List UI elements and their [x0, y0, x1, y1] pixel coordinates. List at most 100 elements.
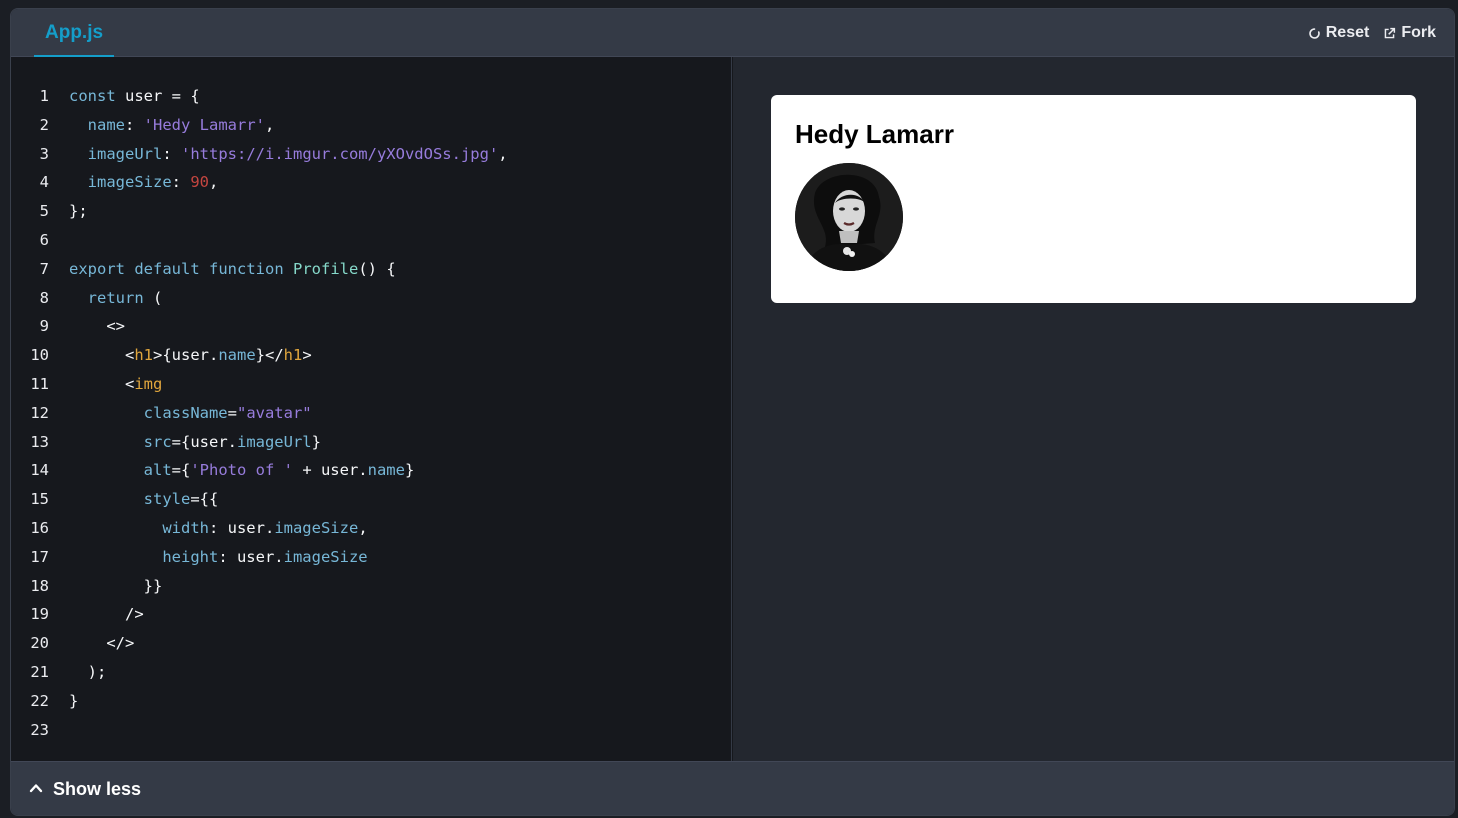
line-number: 1 — [39, 87, 49, 105]
code-line[interactable]: 12 className="avatar" — [11, 399, 731, 428]
code-line[interactable]: 10 <h1>{user.name}</h1> — [11, 341, 731, 370]
code-token: "avatar" — [236, 403, 312, 422]
show-less-label: Show less — [53, 779, 142, 799]
code-line[interactable]: 4 imageSize: 90, — [11, 168, 731, 197]
code-text: <> — [49, 312, 125, 341]
code-line[interactable]: 2 name: 'Hedy Lamarr', — [11, 111, 731, 140]
code-text: style={{ — [49, 485, 219, 514]
code-token: , — [209, 173, 219, 192]
code-token: 'https://i.imgur.com/yXOvdOSs.jpg' — [181, 144, 499, 163]
code-token: width — [69, 518, 209, 537]
code-line[interactable]: 21 ); — [11, 658, 731, 687]
reset-label: Reset — [1325, 24, 1370, 41]
code-text: } — [49, 687, 78, 716]
code-token: function — [209, 259, 284, 278]
code-line[interactable]: 16 width: user.imageSize, — [11, 514, 731, 543]
code-token: default — [134, 259, 200, 278]
fork-button[interactable]: Fork — [1383, 24, 1436, 42]
code-line[interactable]: 8 return ( — [11, 284, 731, 313]
code-token: = — [227, 403, 237, 422]
sandbox-toolbar: App.js Reset Fork — [11, 9, 1454, 57]
code-token: ={user. — [171, 432, 237, 451]
code-line[interactable]: 15 style={{ — [11, 485, 731, 514]
code-token: , — [265, 115, 275, 134]
code-token: Profile — [293, 259, 359, 278]
code-editor[interactable]: 1 const user = {2 name: 'Hedy Lamarr', 3 i… — [11, 57, 732, 761]
line-number: 23 — [30, 720, 49, 739]
code-line[interactable]: 7 export default function Profile() { — [11, 255, 731, 284]
code-token: 'Hedy Lamarr' — [143, 115, 265, 134]
code-line[interactable]: 23 — [11, 716, 731, 745]
external-link-icon — [1383, 27, 1396, 40]
line-number: 14 — [30, 461, 49, 480]
code-line[interactable]: 11 <img — [11, 370, 731, 399]
code-text: /> — [49, 600, 144, 629]
code-line[interactable]: 6 — [11, 226, 731, 255]
code-token: ={{ — [190, 490, 219, 509]
code-token: : user. — [218, 547, 284, 566]
code-token: } — [311, 432, 321, 451]
line-number: 3 — [39, 144, 49, 163]
code-token: , — [358, 518, 368, 537]
reset-button[interactable]: Reset — [1308, 24, 1370, 42]
code-token: }</ — [255, 346, 284, 365]
code-token: : user. — [208, 518, 275, 537]
code-token: </> — [69, 634, 135, 653]
code-text: const user = { — [49, 82, 200, 111]
code-text: }; — [49, 197, 88, 226]
code-lines[interactable]: 1 const user = {2 name: 'Hedy Lamarr', 3 i… — [11, 82, 731, 744]
code-token: } — [404, 461, 415, 480]
code-token: imageUrl — [69, 144, 163, 163]
code-token: >{user. — [153, 346, 219, 365]
code-token: const — [69, 87, 116, 105]
code-token: name — [69, 115, 125, 134]
code-line[interactable]: 5}; — [11, 197, 731, 226]
fork-label: Fork — [1401, 24, 1436, 41]
code-token: : — [125, 115, 144, 134]
code-token: }; — [69, 202, 88, 221]
line-number: 19 — [30, 605, 49, 624]
code-text: imageUrl: 'https://i.imgur.com/yXOvdOSs.… — [49, 140, 508, 169]
profile-heading: Hedy Lamarr — [795, 119, 954, 149]
code-token: }} — [69, 576, 163, 595]
code-token: height — [69, 547, 219, 566]
code-line[interactable]: 14 alt={'Photo of ' + user.name} — [11, 456, 731, 485]
line-number: 5 — [39, 202, 49, 221]
code-line[interactable]: 22} — [11, 687, 731, 716]
code-token: name — [367, 461, 405, 480]
code-token: h1 — [283, 346, 303, 365]
code-line[interactable]: 19 /> — [11, 600, 731, 629]
line-number: 4 — [39, 173, 49, 192]
code-text: alt={'Photo of ' + user.name} — [49, 456, 415, 485]
line-number: 12 — [30, 403, 49, 422]
line-number: 9 — [39, 317, 49, 336]
code-token: 90 — [190, 173, 209, 192]
code-text: </> — [49, 629, 134, 658]
code-line[interactable]: 3 imageUrl: 'https://i.imgur.com/yXOvdOS… — [11, 140, 731, 169]
code-line[interactable]: 1 const user = { — [11, 82, 731, 111]
code-token: < — [69, 346, 135, 365]
line-number: 20 — [30, 634, 49, 653]
code-text: height: user.imageSize — [49, 543, 367, 572]
line-number: 17 — [30, 547, 49, 566]
code-line[interactable]: 13 src={user.imageUrl} — [11, 428, 731, 457]
line-number: 13 — [30, 432, 49, 451]
avatar — [795, 163, 903, 271]
show-less-button[interactable]: Show less — [29, 762, 142, 815]
tab-app-js[interactable]: App.js — [34, 9, 115, 57]
code-line[interactable]: 20 </> — [11, 629, 731, 658]
code-token: < — [69, 374, 135, 393]
code-text: }} — [49, 572, 163, 601]
chevron-up-icon — [29, 779, 43, 800]
code-line[interactable]: 18 }} — [11, 572, 731, 601]
preview-pane: Hedy Lamarr — [733, 57, 1454, 761]
code-token: ); — [69, 662, 107, 681]
code-line[interactable]: 17 height: user.imageSize — [11, 543, 731, 572]
code-text: name: 'Hedy Lamarr', — [49, 111, 275, 140]
code-token: h1 — [134, 346, 153, 365]
code-token: alt — [69, 461, 172, 480]
line-number: 18 — [30, 576, 49, 595]
code-line[interactable]: 9 <> — [11, 312, 731, 341]
